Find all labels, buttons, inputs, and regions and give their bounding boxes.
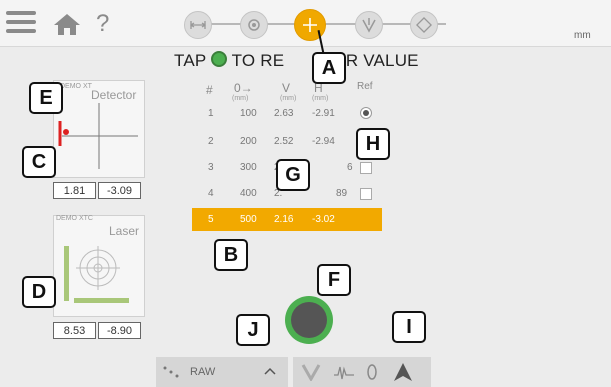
laser-target — [64, 246, 129, 303]
row-h: -2.94 — [312, 136, 335, 147]
subheader-distance: (mm) — [232, 95, 249, 102]
ref-radio-selected[interactable] — [360, 107, 372, 119]
row-distance: 300 — [240, 162, 257, 173]
row-h: -2.91 — [312, 108, 335, 119]
filter-dropdown[interactable]: RAW — [156, 357, 288, 387]
callout-e: E — [29, 82, 63, 114]
row-distance: 200 — [240, 136, 257, 147]
row-v: 2.52 — [274, 136, 294, 147]
row-num: 1 — [208, 108, 214, 119]
mode-toolbar — [293, 357, 431, 387]
record-button[interactable] — [285, 296, 333, 344]
prompt-pre: TAP — [174, 51, 207, 70]
step-adjust-icon[interactable] — [355, 11, 383, 39]
row-num: 4 — [208, 188, 214, 199]
callout-c: C — [22, 146, 56, 178]
table-row[interactable]: 1 100 2.63 -2.91 — [192, 102, 382, 125]
top-bar: ? mm — [0, 0, 611, 47]
scatter-icon — [163, 366, 179, 378]
unit-label: mm — [574, 30, 591, 41]
prompt-tail: ER VALUE — [334, 51, 419, 70]
filter-label: RAW — [190, 366, 216, 378]
callout-i: I — [392, 311, 426, 343]
step-rotate-icon[interactable] — [240, 11, 268, 39]
table-row-selected[interactable]: 5 500 2.16 -3.02 — [192, 208, 382, 231]
home-icon[interactable] — [52, 12, 82, 41]
col-header-ref: Ref — [357, 81, 373, 92]
row-h: 6 — [347, 162, 353, 173]
row-distance: 500 — [240, 214, 257, 225]
callout-f: F — [317, 264, 351, 296]
detector-v-value: 1.81 — [53, 182, 96, 199]
row-distance: 100 — [240, 108, 257, 119]
callout-h: H — [356, 128, 390, 160]
laser-y-value: -8.90 — [98, 322, 141, 339]
waveform-icon[interactable] — [333, 363, 355, 381]
callout-b: B — [214, 239, 248, 271]
laser-panel[interactable]: DEMO XTC Laser — [53, 215, 145, 317]
row-distance: 400 — [240, 188, 257, 199]
record-dot-icon — [211, 51, 228, 67]
step-crosshair-icon[interactable] — [294, 9, 326, 41]
row-num: 3 — [208, 162, 214, 173]
row-h: 89 — [336, 188, 348, 199]
chevron-up-icon — [264, 367, 276, 375]
col-header-distance: 0→ — [234, 81, 253, 95]
callout-g: G — [276, 159, 310, 191]
subheader-h: (mm) — [312, 95, 329, 102]
subheader-v: (mm) — [280, 95, 297, 102]
row-v: 2.63 — [274, 108, 294, 119]
record-prompt: TAP TO RE ER VALUE — [174, 51, 419, 71]
table-row[interactable]: 2 200 2.52 -2.94 — [192, 130, 382, 153]
callout-j: J — [236, 314, 270, 346]
step-distance-icon[interactable] — [184, 11, 212, 39]
detector-target — [58, 103, 138, 169]
col-header-num: # — [206, 83, 213, 97]
record-button-inner — [291, 302, 327, 338]
zero-icon[interactable] — [365, 363, 379, 381]
row-v: 2.16 — [274, 214, 294, 225]
laser-x-value: 8.53 — [53, 322, 96, 339]
row-num: 5 — [208, 214, 214, 225]
row-num: 2 — [208, 136, 214, 147]
detector-panel[interactable]: DEMO XT Detector — [53, 80, 145, 178]
row-h: -3.02 — [312, 214, 335, 225]
help-icon[interactable]: ? — [96, 10, 109, 38]
step-report-icon[interactable] — [410, 11, 438, 39]
callout-d: D — [22, 276, 56, 308]
menu-icon[interactable] — [6, 11, 36, 35]
ref-checkbox[interactable] — [360, 188, 372, 200]
detector-h-value: -3.09 — [98, 182, 141, 199]
callout-a: A — [312, 52, 346, 84]
col-header-v: V — [282, 81, 291, 95]
measurement-table: # 0→ V H Ref (mm) (mm) (mm) 1 100 2.63 -… — [192, 78, 382, 318]
prompt-post: TO RE — [231, 51, 285, 70]
ref-checkbox[interactable] — [360, 162, 372, 174]
arrow-up-icon[interactable] — [393, 362, 413, 382]
average-icon[interactable] — [301, 363, 321, 381]
